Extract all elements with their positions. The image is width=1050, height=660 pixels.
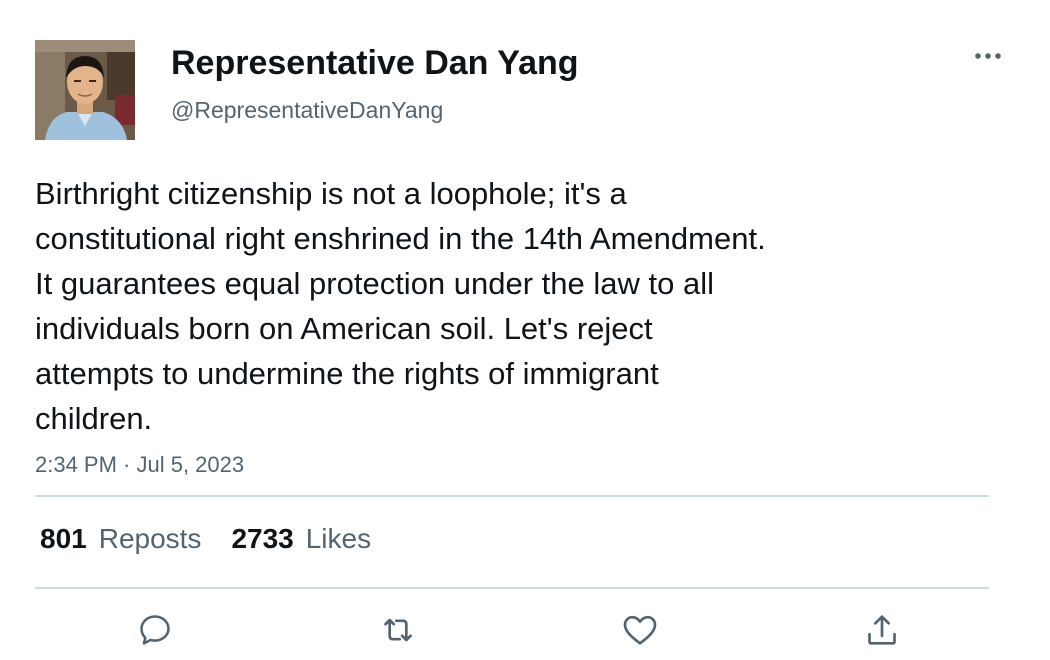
tweet-text-line: children.	[35, 401, 153, 436]
tweet-text: Birthright citizenship is not a loophole…	[35, 171, 935, 441]
repost-icon	[384, 618, 412, 642]
reply-icon	[140, 615, 170, 645]
tweet-text-line: It guarantees equal protection under the…	[35, 266, 715, 301]
tweet-text-line: individuals born on American soil. Let's…	[35, 311, 653, 346]
share-icon	[868, 615, 896, 645]
reposts-label: Reposts	[98, 523, 202, 554]
engagement-stats: 801 Reposts 2733 Likes	[40, 522, 401, 556]
divider	[35, 587, 989, 589]
like-button[interactable]	[618, 608, 662, 652]
reply-button[interactable]	[133, 608, 177, 652]
more-options-button[interactable]	[966, 42, 1010, 70]
reposts-stat[interactable]: 801 Reposts	[40, 523, 201, 555]
likes-stat[interactable]: 2733 Likes	[231, 523, 371, 555]
more-icon	[975, 53, 1001, 59]
avatar[interactable]	[35, 40, 135, 140]
tweet-text-line: constitutional right enshrined in the 14…	[35, 221, 766, 256]
share-button[interactable]	[860, 608, 904, 652]
author-display-name[interactable]: Representative Dan Yang	[171, 43, 579, 83]
avatar-image	[35, 40, 135, 140]
tweet-timestamp[interactable]: 2:34 PM · Jul 5, 2023	[35, 451, 244, 479]
tweet-text-line: Birthright citizenship is not a loophole…	[35, 176, 627, 211]
divider	[35, 495, 989, 497]
heart-icon	[623, 615, 657, 645]
repost-button[interactable]	[376, 608, 420, 652]
tweet-text-line: attempts to undermine the rights of immi…	[35, 356, 659, 391]
reposts-count: 801	[40, 523, 87, 554]
tweet-card: Representative Dan Yang @RepresentativeD…	[0, 0, 1050, 660]
author-handle[interactable]: @RepresentativeDanYang	[171, 96, 443, 124]
likes-label: Likes	[305, 523, 372, 554]
likes-count: 2733	[231, 523, 294, 554]
